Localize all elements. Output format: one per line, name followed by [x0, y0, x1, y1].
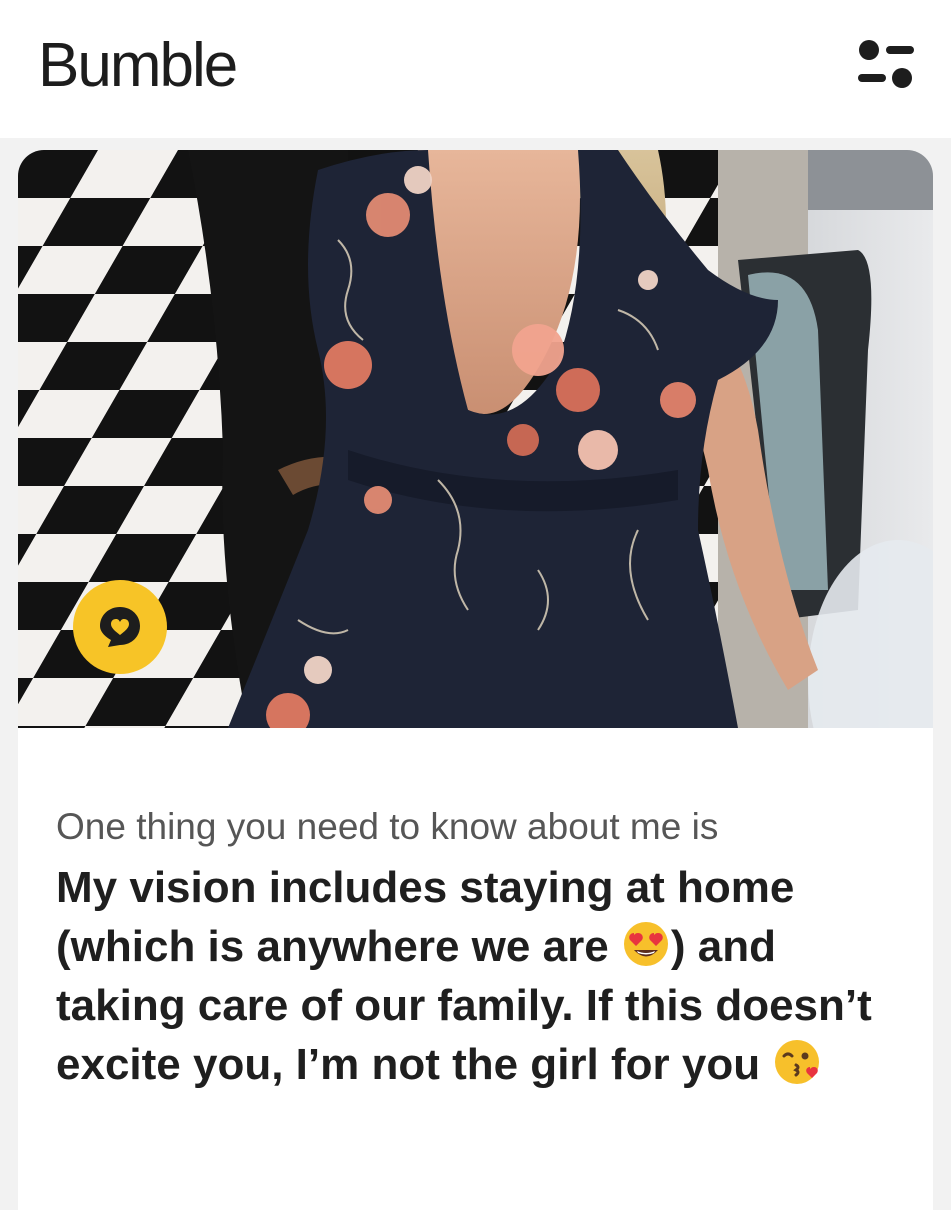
profile-card[interactable]: One thing you need to know about me is M…: [18, 150, 933, 1210]
compliment-heart-icon: [100, 607, 140, 647]
prompt-answer: My vision includes staying at home (whic…: [56, 858, 896, 1094]
prompt-question: One thing you need to know about me is: [56, 806, 719, 847]
filter-button[interactable]: [852, 38, 918, 94]
heart-eyes-emoji-icon: [621, 919, 671, 969]
compliment-button[interactable]: [73, 580, 167, 674]
kissing-face-emoji-icon: [772, 1037, 822, 1087]
filter-sliders-icon: [858, 40, 914, 88]
profile-photo[interactable]: [18, 150, 933, 728]
brand-logo: Bumble: [38, 31, 238, 100]
profile-prompt: One thing you need to know about me is M…: [18, 728, 933, 1210]
app-header: Bumble: [0, 0, 951, 138]
